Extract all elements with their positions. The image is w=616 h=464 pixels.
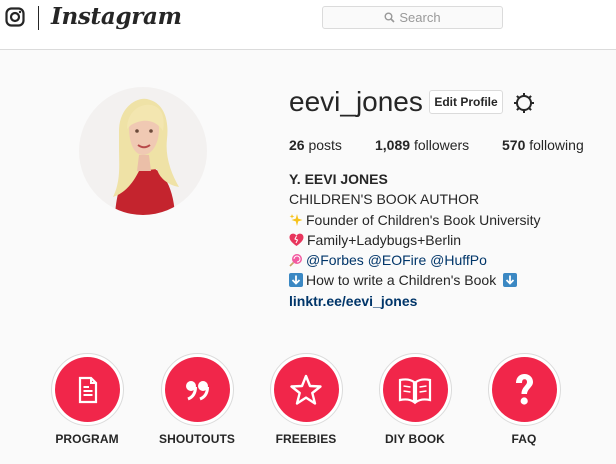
open-book-icon	[398, 377, 432, 404]
highlight-label: FREEBIES	[275, 432, 337, 446]
document-icon	[78, 376, 98, 403]
edit-profile-button[interactable]: Edit Profile	[429, 90, 503, 114]
highlight-diy-book[interactable]: DIY BOOK	[375, 353, 455, 446]
following-number: 570	[502, 137, 526, 153]
sparkles-icon	[289, 213, 303, 226]
highlight-ring	[487, 353, 561, 426]
bio-howto-text: How to write a Children's Book	[306, 272, 497, 289]
bio-line-family: Family+Ladybugs+Berlin	[289, 230, 541, 250]
instagram-logo-icon[interactable]	[5, 7, 25, 27]
mention-forbes[interactable]: @Forbes	[306, 252, 364, 268]
search-placeholder: Search	[399, 10, 441, 25]
bio-line-title: CHILDREN'S BOOK AUTHOR	[289, 191, 480, 208]
highlight-ring	[50, 353, 124, 426]
instagram-wordmark[interactable]: Instagram	[51, 3, 182, 30]
bio-family-text: Family+Ladybugs+Berlin	[307, 231, 462, 248]
profile-avatar[interactable]	[79, 87, 207, 215]
search-icon	[384, 12, 395, 23]
quote-icon	[186, 380, 209, 400]
followers-label: followers	[413, 137, 470, 153]
bio-founder-text: Founder of Children's Book University	[306, 211, 541, 228]
bio-website-link[interactable]: linktr.ee/eevi_jones	[289, 291, 541, 311]
profile-username: eevi_jones	[289, 86, 423, 117]
highlight-ring	[269, 353, 343, 426]
followers-count[interactable]: 1,089 followers	[375, 137, 469, 153]
highlight-ring	[378, 353, 452, 426]
posts-label: posts	[308, 137, 342, 153]
following-count[interactable]: 570 following	[502, 137, 584, 153]
bio-line-howto: How to write a Children's Book	[289, 270, 541, 290]
highlight-label: FAQ	[511, 432, 537, 446]
star-icon	[290, 374, 322, 405]
highlight-label: DIY BOOK	[385, 432, 445, 446]
posts-count: 26 posts	[289, 137, 342, 153]
highlight-freebies[interactable]: FREEBIES	[266, 353, 346, 446]
highlight-shoutouts[interactable]: SHOUTOUTS	[157, 353, 237, 446]
following-label: following	[529, 137, 584, 153]
highlight-faq[interactable]: FAQ	[484, 353, 564, 446]
highlight-program[interactable]: PROGRAM	[47, 353, 127, 446]
down-arrow-icon	[503, 273, 518, 288]
bio-line-mentions: @Forbes @EOFire @HuffPo	[289, 250, 541, 270]
top-navigation-bar: Instagram Search	[0, 0, 616, 50]
mention-huffpo[interactable]: @HuffPo	[430, 252, 487, 268]
highlight-ring	[160, 353, 234, 426]
bio-line-founder: Founder of Children's Book University	[289, 210, 541, 230]
profile-bio: Y. EEVI JONES CHILDREN'S BOOK AUTHOR Fou…	[289, 169, 541, 311]
highlight-label: PROGRAM	[55, 432, 119, 446]
logo-divider	[38, 6, 39, 30]
followers-number: 1,089	[375, 137, 411, 153]
question-icon	[516, 373, 533, 405]
sparkling-heart-icon	[289, 233, 304, 246]
posts-number: 26	[289, 137, 305, 153]
search-input[interactable]: Search	[322, 6, 503, 29]
highlight-label: SHOUTOUTS	[158, 432, 236, 446]
down-arrow-icon	[289, 273, 303, 288]
mention-eofire[interactable]: @EOFire	[368, 252, 427, 268]
lollipop-icon	[289, 254, 302, 267]
gear-icon[interactable]	[513, 92, 535, 114]
bio-full-name: Y. EEVI JONES	[289, 171, 388, 187]
